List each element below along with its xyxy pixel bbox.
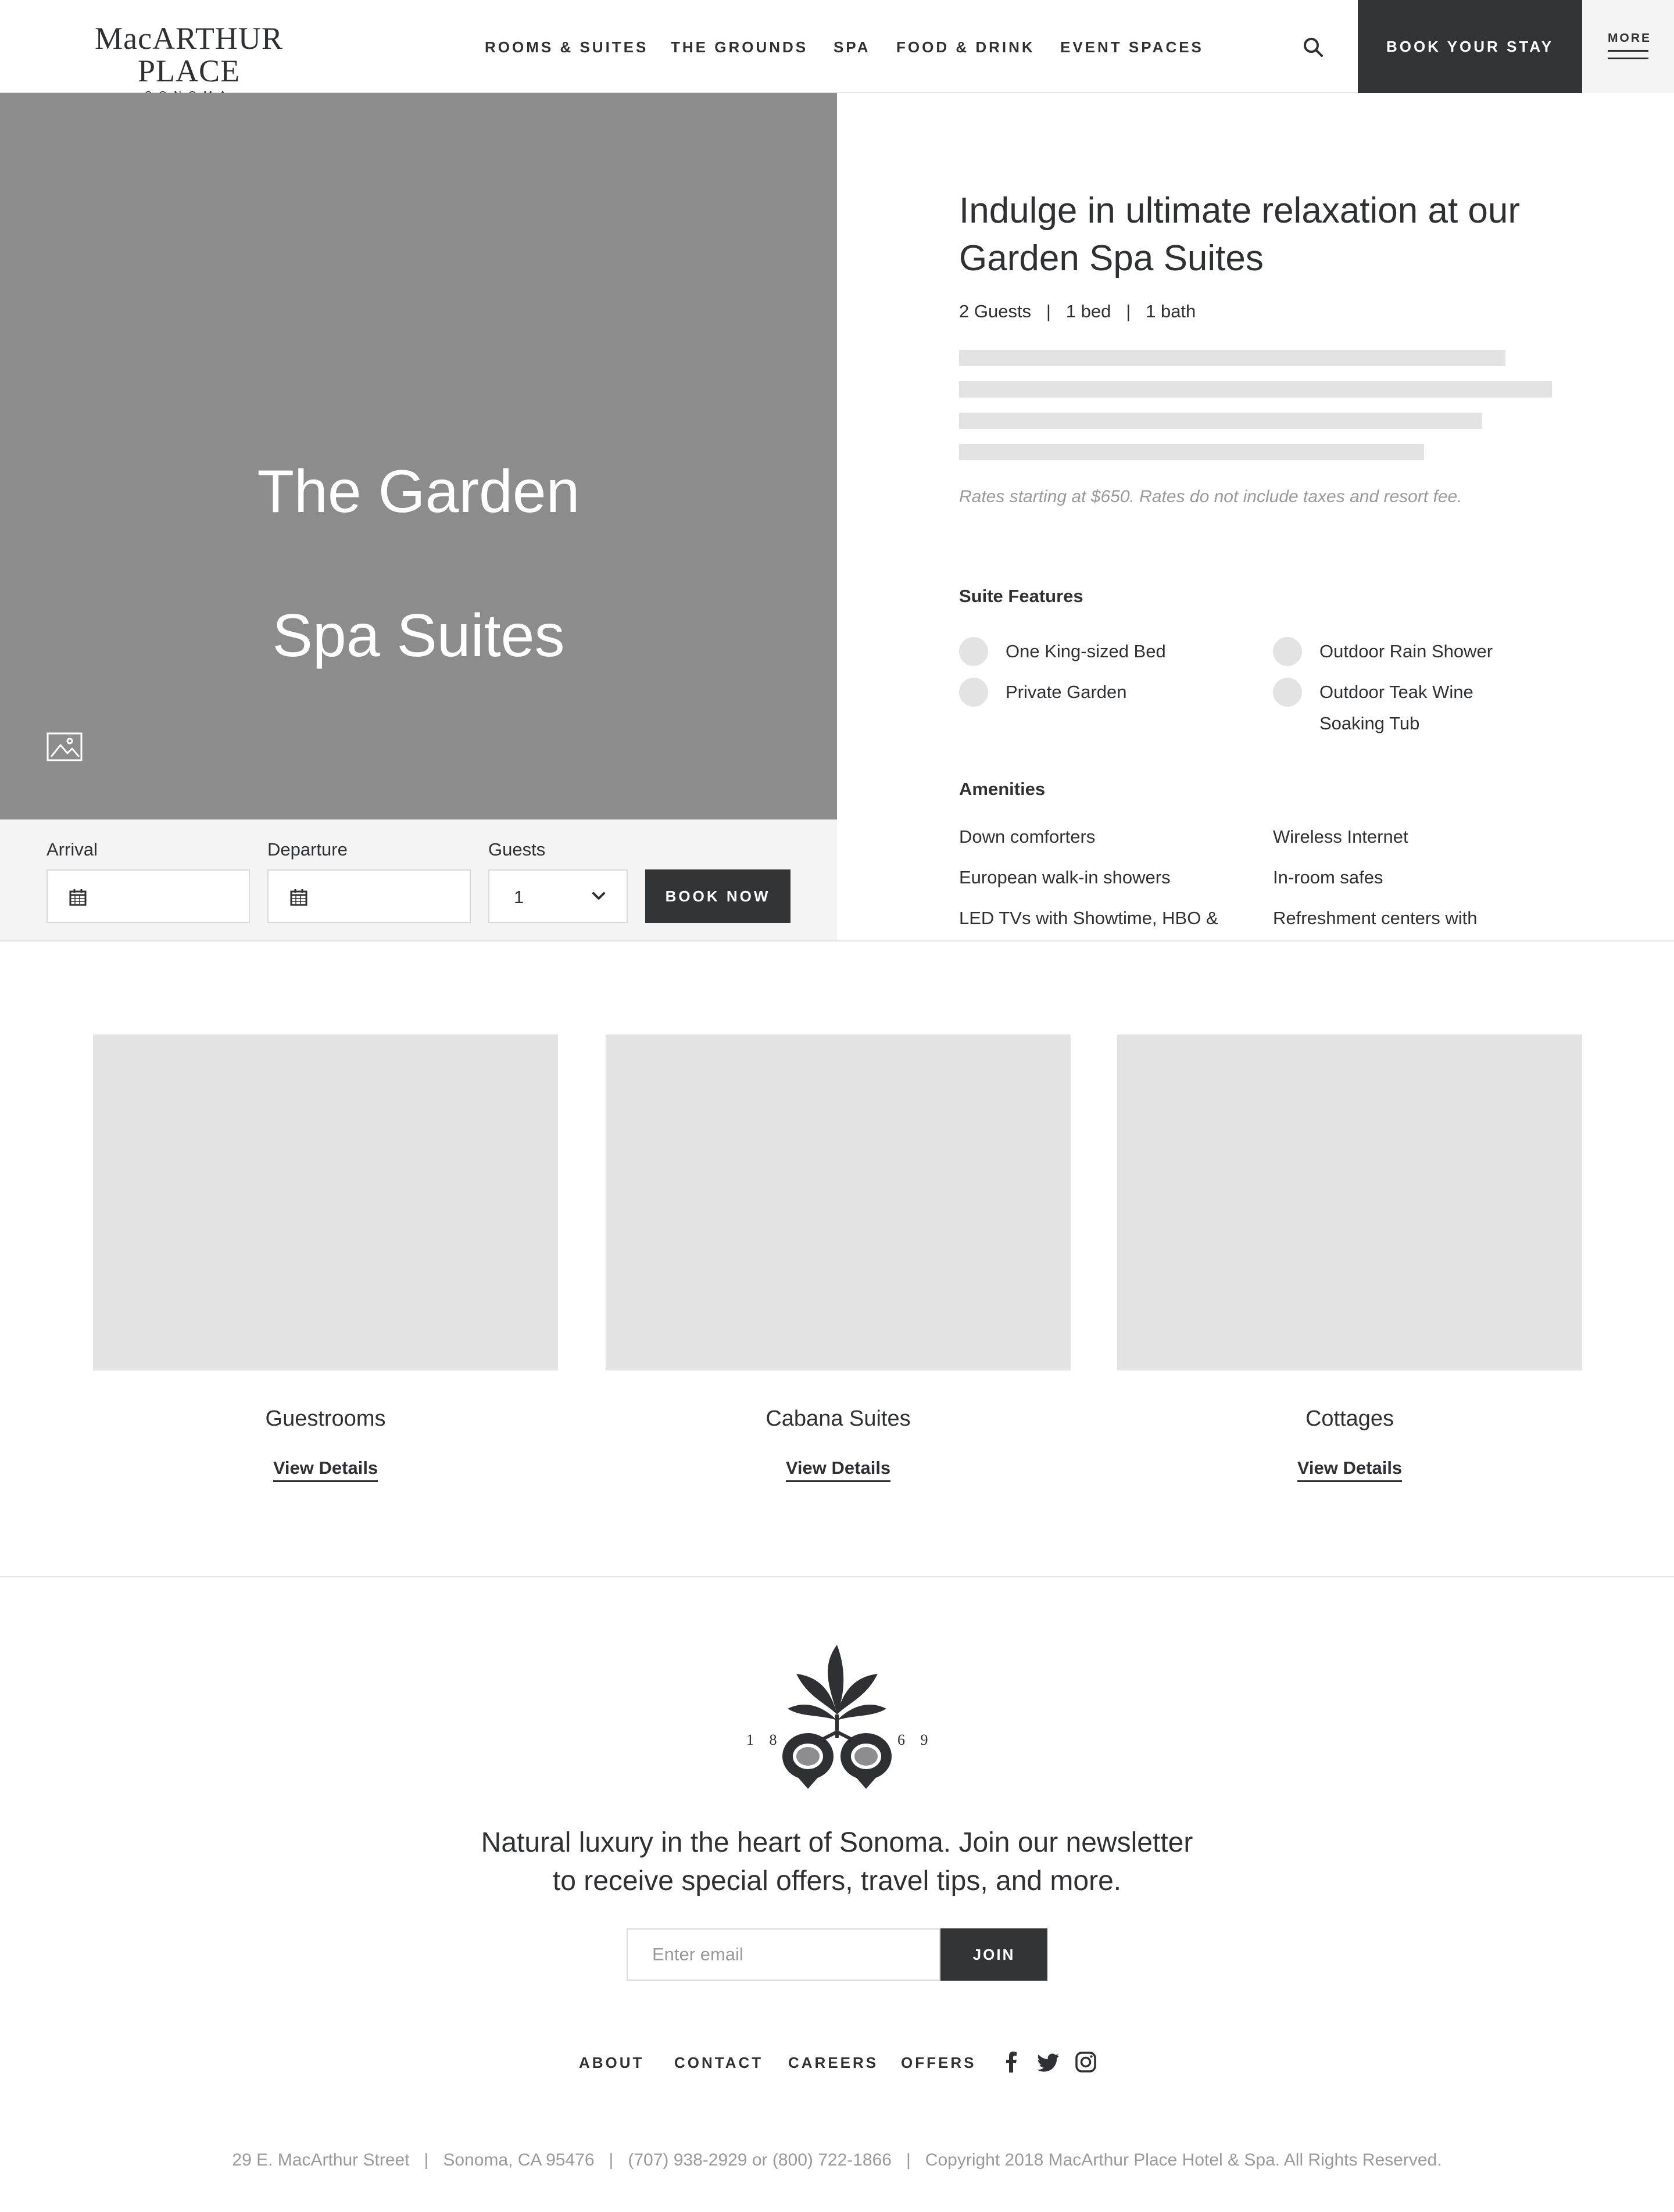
hero-title-line-1: The Garden xyxy=(257,458,580,525)
chevron-down-icon xyxy=(591,888,607,904)
guests-label: Guests xyxy=(488,839,546,860)
instagram-icon[interactable] xyxy=(1074,2050,1097,2074)
hero-image: The Garden Spa Suites xyxy=(0,93,837,819)
suite-details: Indulge in ultimate relaxation at our Ga… xyxy=(959,93,1598,942)
book-now-button[interactable]: BOOK NOW xyxy=(645,869,791,923)
guests-value: 1 xyxy=(514,887,524,907)
view-details-link: View Details xyxy=(93,1458,558,1482)
card-title: Cabana Suites xyxy=(766,1406,911,1431)
image-gallery-icon[interactable] xyxy=(46,732,83,761)
newsletter-text: Natural luxury in the heart of Sonoma. J… xyxy=(0,1824,1674,1900)
hamburger-icon xyxy=(1608,50,1648,65)
calendar-icon xyxy=(289,888,308,907)
feature-item: One King-sized Bed xyxy=(1006,641,1166,661)
card-title: Cottages xyxy=(1305,1406,1394,1431)
section-divider xyxy=(0,1576,1674,1577)
card-title: Guestrooms xyxy=(265,1406,386,1431)
nav-spa[interactable]: SPA xyxy=(834,38,871,56)
footer-link-offers[interactable]: OFFERS xyxy=(901,2054,976,2072)
suite-features-heading: Suite Features xyxy=(959,586,1083,606)
view-details-link: View Details xyxy=(606,1458,1071,1482)
feature-bullet-icon xyxy=(959,637,988,666)
guestrooms-image[interactable] xyxy=(93,1035,558,1370)
amenity-item: Wireless Internet xyxy=(1273,826,1408,847)
more-label: MORE xyxy=(1608,31,1651,45)
twitter-icon[interactable] xyxy=(1037,2050,1060,2074)
site-header: MacARTHUR PLACE SONOMA ROOMS & SUITES TH… xyxy=(0,0,1674,101)
amenity-item: European walk-in showers xyxy=(959,867,1171,887)
feature-item: Outdoor Rain Shower xyxy=(1319,641,1493,661)
text-placeholder-bar xyxy=(959,350,1505,366)
facebook-icon[interactable] xyxy=(1000,2050,1023,2074)
amenity-item: Down comforters xyxy=(959,826,1096,847)
cottages-image[interactable] xyxy=(1117,1035,1582,1370)
suite-meta: 2 Guests | 1 bed | 1 bath xyxy=(959,301,1196,321)
nav-the-grounds[interactable]: THE GROUNDS xyxy=(671,38,808,56)
departure-label: Departure xyxy=(267,839,348,860)
footer-link-about[interactable]: ABOUT xyxy=(579,2054,644,2072)
guests-select[interactable]: 1 xyxy=(488,869,628,923)
site-logo[interactable]: MacARTHUR PLACE SONOMA xyxy=(46,22,331,102)
nav-rooms-suites[interactable]: ROOMS & SUITES xyxy=(485,38,648,56)
text-placeholder-bar xyxy=(959,413,1482,429)
feature-item-continued: Soaking Tub xyxy=(1319,713,1420,733)
pomegranate-emblem-icon: 1 8 6 9 xyxy=(744,1645,930,1790)
text-placeholder-bar xyxy=(959,444,1424,460)
newsletter-line-1: Natural luxury in the heart of Sonoma. J… xyxy=(481,1827,1193,1858)
footer-link-careers[interactable]: CAREERS xyxy=(788,2054,878,2072)
emblem-year-left: 1 8 xyxy=(746,1731,783,1748)
footer-link-contact[interactable]: CONTACT xyxy=(674,2054,763,2072)
feature-item: Outdoor Teak Wine xyxy=(1319,682,1473,702)
book-your-stay-button[interactable]: BOOK YOUR STAY xyxy=(1358,0,1582,93)
suite-title: Indulge in ultimate relaxation at our Ga… xyxy=(959,191,1521,278)
view-details-link-text[interactable]: View Details xyxy=(785,1458,891,1482)
rates-note: Rates starting at $650. Rates do not inc… xyxy=(959,487,1462,506)
view-details-link-text[interactable]: View Details xyxy=(273,1458,378,1482)
join-button[interactable]: JOIN xyxy=(940,1928,1047,1981)
departure-date-field[interactable] xyxy=(267,869,471,923)
newsletter-line-2: to receive special offers, travel tips, … xyxy=(552,1866,1122,1896)
emblem-year-right: 6 9 xyxy=(897,1731,930,1748)
footer-address: 29 E. MacArthur Street | Sonoma, CA 9547… xyxy=(232,2150,1442,2170)
search-icon[interactable] xyxy=(1302,36,1325,59)
hero-title-line-2: Spa Suites xyxy=(272,602,565,670)
calendar-icon xyxy=(69,888,87,907)
amenity-item: Refreshment centers with xyxy=(1273,908,1478,928)
more-menu-button[interactable]: MORE xyxy=(1582,0,1674,93)
feature-item: Private Garden xyxy=(1006,682,1127,702)
amenity-item: In-room safes xyxy=(1273,867,1383,887)
nav-event-spaces[interactable]: EVENT SPACES xyxy=(1060,38,1204,56)
logo-wordmark: MacARTHUR PLACE xyxy=(95,21,283,88)
arrival-label: Arrival xyxy=(46,839,98,860)
view-details-link: View Details xyxy=(1117,1458,1582,1482)
arrival-date-field[interactable] xyxy=(46,869,250,923)
email-input[interactable] xyxy=(627,1928,940,1981)
hero-title: The Garden Spa Suites xyxy=(0,384,837,744)
amenities-heading: Amenities xyxy=(959,779,1046,799)
cabana-suites-image[interactable] xyxy=(606,1035,1071,1370)
view-details-link-text[interactable]: View Details xyxy=(1297,1458,1403,1482)
feature-bullet-icon xyxy=(1273,637,1302,666)
nav-food-drink[interactable]: FOOD & DRINK xyxy=(896,38,1035,56)
section-divider xyxy=(0,940,1674,942)
amenity-item: LED TVs with Showtime, HBO & xyxy=(959,908,1218,928)
booking-widget: Arrival Departure Guests 1 BOOK NOW xyxy=(0,819,837,942)
feature-bullet-icon xyxy=(959,678,988,707)
feature-bullet-icon xyxy=(1273,678,1302,707)
text-placeholder-bar xyxy=(959,381,1552,398)
